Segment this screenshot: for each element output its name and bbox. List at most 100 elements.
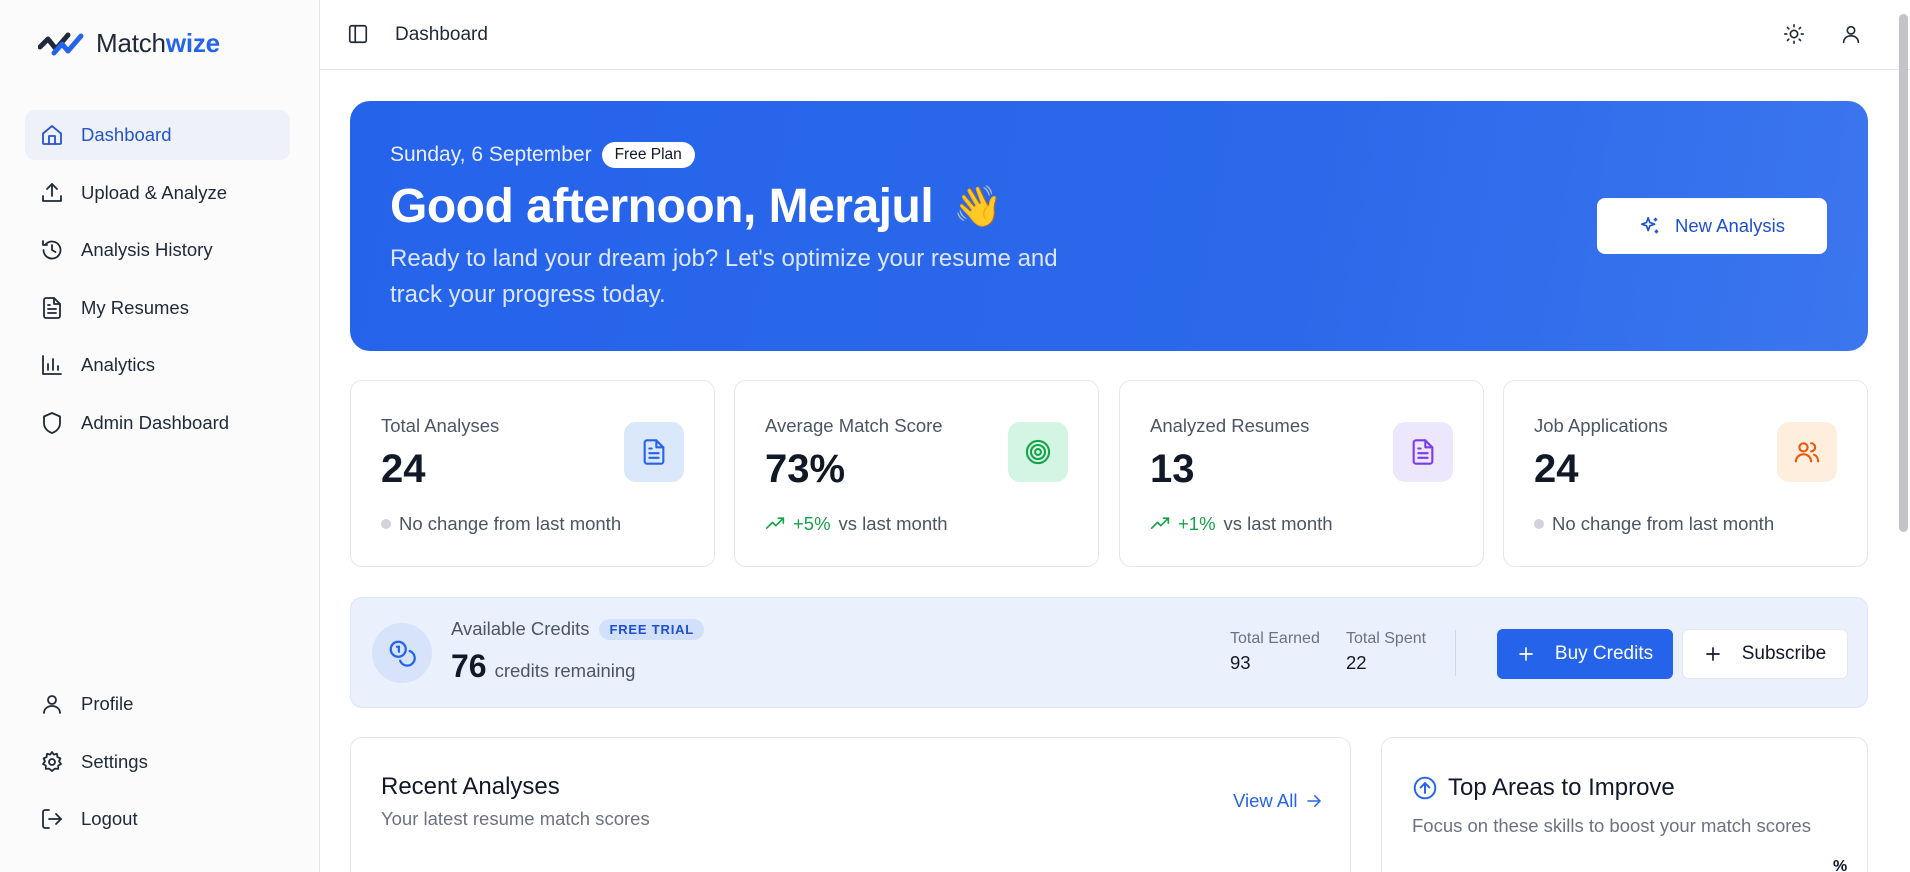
stat-value: 13 [1150,447,1195,491]
welcome-banner: Sunday, 6 September Free Plan Good after… [350,101,1868,351]
stat-delta: +5% [793,513,831,534]
logo-icon [38,32,84,55]
sidebar-item-label: Upload & Analyze [81,181,228,203]
recent-analyses-subtitle: Your latest resume match scores [381,808,650,829]
top-areas-title: Top Areas to Improve [1448,774,1675,801]
stat-change-text: vs last month [838,513,948,534]
stat-footnote: No change from last month [1534,513,1774,535]
total-spent-label: Total Spent [1346,630,1427,647]
stat-footnote: +1% vs last month [1150,513,1333,535]
recent-analyses-panel: Recent Analyses Your latest resume match… [350,737,1351,872]
stat-card-job-applications: Job Applications 24 No change from last … [1503,380,1868,567]
stat-footnote: +5% vs last month [765,513,948,535]
stat-change-text: No change from last month [1552,513,1775,534]
stat-change-text: vs last month [1223,513,1333,534]
sidebar-item-logout[interactable]: Logout [25,794,290,844]
bar-chart-icon [39,352,65,378]
greeting-text: Good afternoon, Merajul [390,180,934,233]
credits-panel: Available Credits FREE TRIAL 76 credits … [350,597,1868,708]
logout-icon [39,806,65,832]
recent-analyses-title: Recent Analyses [381,773,560,800]
sidebar-item-label: Analytics [81,354,156,375]
history-icon [39,237,65,263]
trend-up-icon [765,514,785,534]
total-spent-value: 22 [1346,652,1367,673]
plus-icon [1704,645,1722,663]
stat-value: 24 [1534,447,1579,491]
credits-remaining-label: credits remaining [494,660,636,681]
stat-label: Average Match Score [765,415,943,436]
percent-label: % [1833,858,1848,872]
sidebar-item-label: My Resumes [81,296,189,318]
total-earned-value: 93 [1230,652,1251,673]
sidebar-item-dashboard[interactable]: Dashboard [25,110,290,160]
brand-name: Matchwize [96,28,220,58]
home-icon [39,122,65,148]
sidebar-item-analysis-history[interactable]: Analysis History [25,225,290,275]
top-areas-panel: Top Areas to Improve Focus on these skil… [1381,737,1868,872]
view-all-label: View All [1233,790,1298,811]
sidebar-item-label: Profile [81,693,134,714]
document-icon [39,295,65,321]
brand-logo[interactable]: Matchwize [38,28,220,59]
theme-toggle-icon[interactable] [1783,23,1805,45]
neutral-dot-icon [381,519,391,529]
sidebar-item-upload-analyze[interactable]: Upload & Analyze [25,168,290,218]
users-icon [1777,422,1837,482]
neutral-dot-icon [1534,519,1544,529]
sidebar-bottom-nav: Profile Settings Logout [25,679,290,852]
breadcrumb: Dashboard [395,24,488,45]
target-icon [1008,422,1068,482]
view-all-link[interactable]: View All [1233,790,1323,812]
current-date: Sunday, 6 September [390,143,592,166]
sidebar-item-admin-dashboard[interactable]: Admin Dashboard [25,398,290,448]
stat-change-text: No change from last month [399,513,622,534]
plus-icon [1517,645,1535,663]
sidebar-toggle-icon[interactable] [347,23,369,45]
sidebar-item-profile[interactable]: Profile [25,679,290,729]
sidebar: Matchwize Dashboard Upload & Analyze Ana… [0,0,320,872]
sidebar-item-my-resumes[interactable]: My Resumes [25,283,290,333]
top-areas-subtitle: Focus on these skills to boost your matc… [1412,815,1811,836]
credits-title: Available Credits [451,618,590,639]
stat-label: Total Analyses [381,415,500,436]
stat-delta: +1% [1178,513,1216,534]
gear-icon [39,749,65,775]
total-spent: Total Spent 22 [1346,630,1426,674]
buy-credits-button[interactable]: Buy Credits [1497,629,1673,679]
sidebar-item-label: Admin Dashboard [81,411,230,433]
document-icon [624,422,684,482]
top-areas-title-row: Top Areas to Improve [1412,774,1675,802]
page-scrollbar[interactable] [1899,14,1908,532]
document-icon [1393,422,1453,482]
subscribe-label: Subscribe [1741,643,1827,664]
stat-value: 24 [381,447,426,491]
sidebar-item-label: Logout [81,808,138,829]
sidebar-nav: Dashboard Upload & Analyze Analysis Hist… [25,110,290,455]
stat-footnote: No change from last month [381,513,621,535]
upload-icon [39,180,65,206]
account-icon[interactable] [1840,23,1862,45]
free-trial-badge: FREE TRIAL [599,618,705,640]
buy-credits-label: Buy Credits [1554,643,1654,664]
greeting-subtitle: Ready to land your dream job? Let's opti… [390,245,1058,308]
stat-label: Job Applications [1534,415,1668,436]
stat-card-total-analyses: Total Analyses 24 No change from last mo… [350,380,715,567]
coins-icon [372,623,432,683]
trend-up-icon [1150,514,1170,534]
topbar: Dashboard [320,0,1910,70]
sidebar-item-label: Settings [81,750,148,772]
sidebar-item-settings[interactable]: Settings [25,737,290,787]
user-icon [39,691,65,717]
stat-card-average-match-score: Average Match Score 73% +5% vs last mont… [734,380,1099,567]
subscribe-button[interactable]: Subscribe [1682,629,1848,679]
total-earned: Total Earned 93 [1230,630,1320,674]
greeting-heading: Good afternoon, Merajul 👋 [390,179,1003,234]
shield-icon [39,410,65,436]
total-earned-label: Total Earned [1230,630,1320,647]
new-analysis-button[interactable]: New Analysis [1597,198,1827,254]
sidebar-item-label: Analysis History [81,239,213,260]
arrow-right-icon [1305,792,1323,810]
credits-title-row: Available Credits FREE TRIAL [451,618,705,640]
sidebar-item-analytics[interactable]: Analytics [25,340,290,390]
